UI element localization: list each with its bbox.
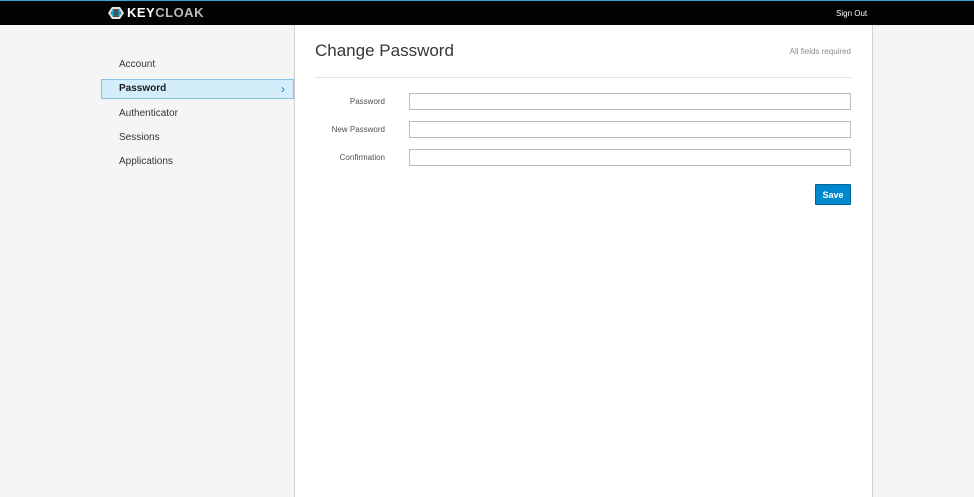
- password-label: Password: [349, 97, 385, 106]
- top-navbar: KEYCLOAK Sign Out: [0, 0, 974, 25]
- confirmation-input[interactable]: [409, 149, 851, 166]
- brand-logo[interactable]: KEYCLOAK: [108, 5, 204, 21]
- save-button[interactable]: Save: [815, 184, 851, 205]
- sidebar-item-sessions[interactable]: Sessions: [101, 128, 294, 148]
- sidebar-item-password[interactable]: Password ›: [101, 79, 294, 99]
- new-password-label: New Password: [331, 125, 385, 134]
- sidebar-item-applications[interactable]: Applications: [101, 152, 294, 172]
- main-content: Change Password All fields required Pass…: [295, 25, 873, 497]
- divider: [315, 77, 851, 78]
- keycloak-logo-icon: [108, 6, 124, 20]
- confirmation-label: Confirmation: [339, 153, 385, 162]
- sidebar: Account Password › Authenticator Session…: [0, 25, 295, 497]
- sidebar-item-label: Account: [119, 59, 156, 70]
- sidebar-item-account[interactable]: Account: [101, 55, 294, 75]
- sidebar-item-label: Applications: [119, 156, 173, 167]
- sidebar-item-authenticator[interactable]: Authenticator: [101, 104, 294, 124]
- chevron-right-icon: ›: [281, 82, 285, 96]
- password-input[interactable]: [409, 93, 851, 110]
- right-gutter: [873, 25, 974, 497]
- page-title: Change Password: [315, 41, 454, 60]
- sidebar-item-label: Authenticator: [119, 108, 178, 119]
- new-password-input[interactable]: [409, 121, 851, 138]
- brand-name: KEYCLOAK: [127, 5, 204, 20]
- sidebar-item-label: Sessions: [119, 132, 160, 143]
- required-note: All fields required: [789, 47, 851, 56]
- sidebar-item-label: Password: [119, 83, 167, 94]
- sign-out-link[interactable]: Sign Out: [836, 8, 867, 19]
